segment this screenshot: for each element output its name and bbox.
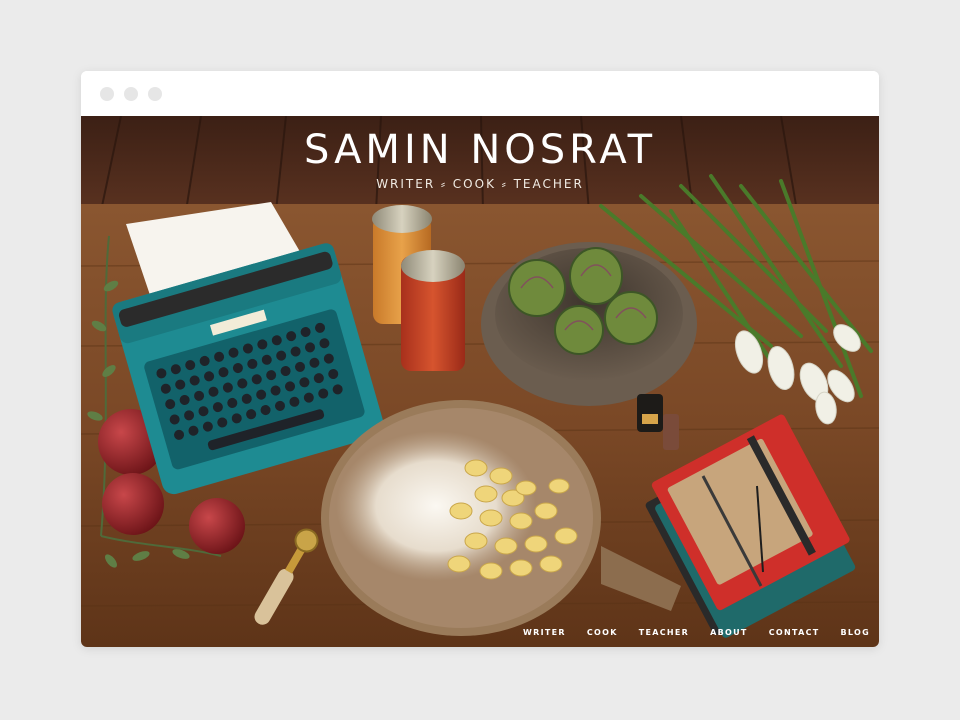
site-title[interactable]: SAMIN NOSRAT [81, 128, 879, 172]
nav-writer[interactable]: WRITER [523, 628, 566, 638]
nav-about[interactable]: ABOUT [710, 628, 748, 638]
window-maximize-dot[interactable] [148, 87, 162, 101]
hero-photo [81, 116, 879, 647]
window-close-dot[interactable] [100, 87, 114, 101]
nav-contact[interactable]: CONTACT [769, 628, 820, 638]
nav-teacher[interactable]: TEACHER [639, 628, 689, 638]
site-tagline: WRITER ⸗ COOK ⸗ TEACHER [376, 177, 584, 191]
browser-title-bar [81, 71, 879, 116]
main-nav: WRITER COOK TEACHER ABOUT CONTACT BLOG [523, 628, 870, 638]
nav-cook[interactable]: COOK [587, 628, 618, 638]
window-minimize-dot[interactable] [124, 87, 138, 101]
website-viewport: SAMIN NOSRAT WRITER ⸗ COOK ⸗ TEACHER WRI… [81, 116, 879, 647]
nav-blog[interactable]: BLOG [841, 628, 870, 638]
browser-window: SAMIN NOSRAT WRITER ⸗ COOK ⸗ TEACHER WRI… [81, 71, 879, 647]
